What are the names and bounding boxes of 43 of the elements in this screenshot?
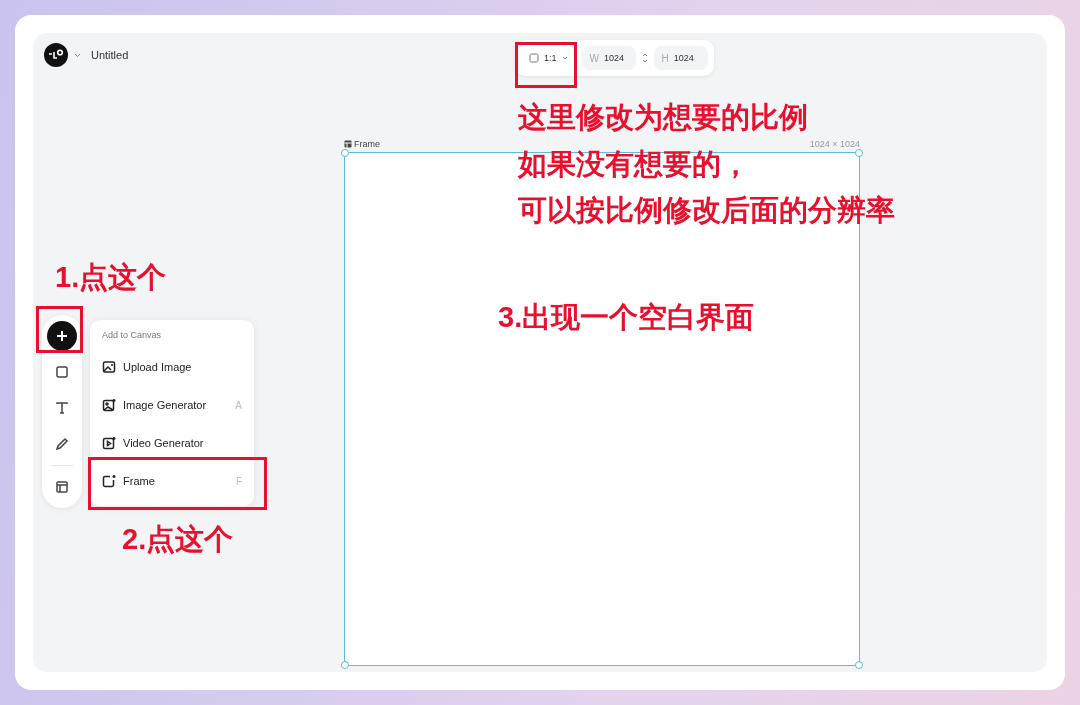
menu-title: Add to Canvas	[101, 329, 163, 342]
square-icon	[55, 365, 69, 379]
resize-handle[interactable]	[855, 661, 863, 669]
layout-icon	[55, 480, 69, 494]
resize-handle[interactable]	[341, 661, 349, 669]
menu-item[interactable]: Video Generator	[94, 424, 250, 462]
menu-item[interactable]: Upload Image	[94, 348, 250, 386]
highlight-frame	[515, 42, 577, 88]
square-icon	[529, 53, 539, 63]
width-field[interactable]: W 1024	[581, 46, 636, 70]
menu-item-label: Upload Image	[123, 361, 193, 373]
text-icon	[55, 401, 69, 415]
frame-icon	[344, 140, 352, 148]
image-upload-icon	[102, 360, 116, 374]
resize-handle[interactable]	[341, 149, 349, 157]
menu-item-label: Frame	[123, 475, 156, 487]
menu-item-label: Video Generator	[123, 437, 205, 449]
frame-label: Frame	[344, 139, 380, 149]
highlight-frame	[36, 306, 83, 353]
menu-item-label: Image Generator	[123, 399, 208, 411]
frame-size: 1024 × 1024	[809, 139, 860, 149]
pencil-icon	[55, 437, 69, 451]
annotation-text: 如果没有想要的，	[518, 147, 750, 182]
height-field[interactable]: H 1024	[653, 46, 708, 70]
annotation-text: 这里修改为想要的比例	[518, 100, 808, 135]
document-title[interactable]: Untitled	[91, 49, 129, 61]
annotation-text: 1.点这个	[55, 260, 167, 295]
shortcut-key: F	[235, 475, 242, 487]
plus-icon	[55, 329, 69, 343]
annotation-text: 3.出现一个空白界面	[498, 300, 755, 335]
menu-item[interactable]: Frame F	[94, 462, 250, 500]
chevron-down-icon[interactable]	[74, 52, 81, 58]
resize-handle[interactable]	[855, 149, 863, 157]
menu-item[interactable]: Image Generator A	[94, 386, 250, 424]
link-icon[interactable]	[641, 52, 648, 64]
frame-add-icon	[102, 474, 116, 488]
add-button[interactable]	[47, 321, 77, 351]
annotation-text: 2.点这个	[122, 522, 234, 557]
caret-icon	[561, 56, 568, 60]
logo-icon	[44, 43, 68, 67]
video-sparkle-icon	[102, 436, 116, 450]
shortcut-key: A	[235, 399, 242, 411]
image-sparkle-icon	[102, 398, 116, 412]
